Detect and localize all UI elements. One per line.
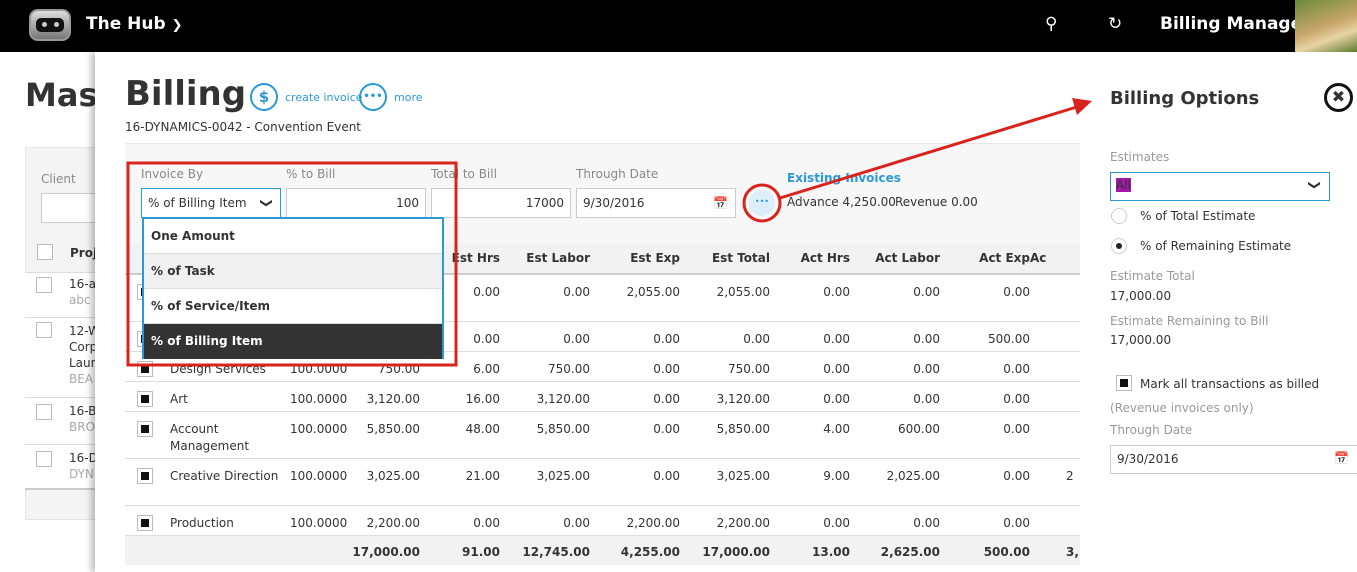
annotation-circle <box>742 183 782 223</box>
annotation-arrowhead <box>1072 98 1092 115</box>
annotation-overlay <box>126 98 1092 367</box>
annotation-rectangle <box>126 161 458 367</box>
annotation-arrow-line <box>779 104 1081 200</box>
